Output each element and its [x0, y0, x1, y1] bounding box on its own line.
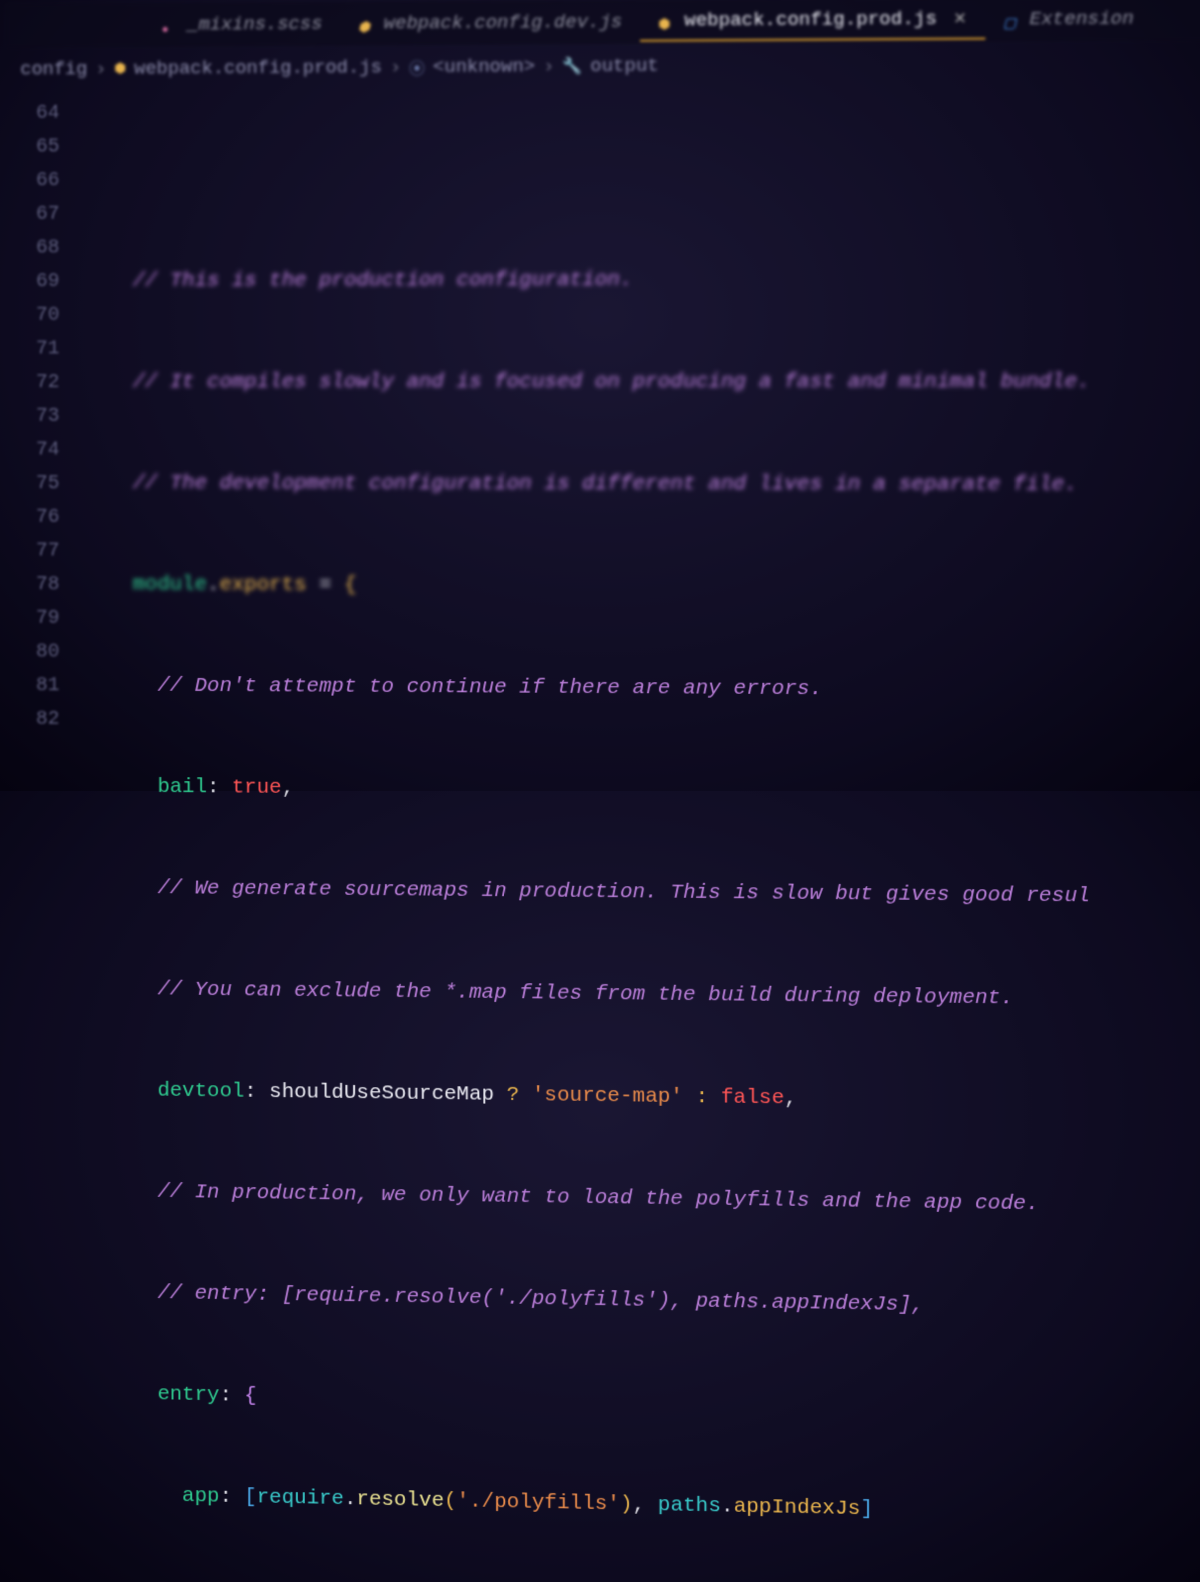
identifier: require	[257, 1486, 344, 1511]
line-number: 74	[7, 434, 60, 468]
comment: // The development configuration is diff…	[133, 472, 1078, 496]
comment: // You can exclude the *.map files from …	[157, 978, 1013, 1010]
identifier: exports	[219, 574, 306, 597]
boolean: true	[232, 777, 282, 800]
chevron-right-icon: ›	[95, 58, 106, 80]
comment: // It compiles slowly and is focused on …	[133, 371, 1090, 394]
tab-webpack-dev[interactable]: webpack.config.dev.js	[340, 3, 640, 43]
line-number: 67	[7, 198, 60, 232]
breadcrumb-symbol: <unknown>	[433, 55, 535, 78]
comment: // entry: [require.resolve('./polyfills'…	[157, 1282, 924, 1317]
extension-icon	[1003, 11, 1019, 27]
line-number: 81	[7, 669, 60, 703]
line-number: 66	[7, 164, 60, 198]
symbol-icon: ⦿	[409, 55, 425, 79]
line-number: 80	[7, 635, 60, 669]
line-number: 69	[7, 265, 60, 299]
property: entry	[157, 1383, 219, 1407]
line-number: 75	[7, 467, 60, 501]
property: app	[182, 1485, 219, 1509]
comment: // In production, we only want to load t…	[157, 1181, 1039, 1216]
code-content[interactable]: // This is the production configuration.…	[83, 91, 1200, 1582]
identifier: appIndexJs	[734, 1496, 861, 1522]
chevron-right-icon: ›	[543, 55, 554, 77]
boolean: false	[721, 1086, 784, 1110]
breadcrumb-folder: config	[20, 58, 87, 80]
property: devtool	[157, 1080, 244, 1104]
line-number: 73	[7, 400, 60, 434]
chevron-right-icon: ›	[390, 56, 401, 78]
scss-icon	[162, 17, 178, 33]
line-number: 82	[7, 703, 60, 737]
js-icon	[358, 16, 374, 32]
function: resolve	[356, 1488, 444, 1513]
comment: // We generate sourcemaps in production.…	[157, 877, 1090, 908]
tab-label: webpack.config.prod.js	[684, 8, 937, 32]
tab-label: Extension	[1029, 7, 1133, 30]
line-number: 71	[7, 333, 60, 367]
code-editor[interactable]: 64656667686970717273747576777879808182 /…	[7, 85, 1200, 1582]
tab-webpack-prod[interactable]: webpack.config.prod.js ✕	[640, 0, 985, 42]
comment: // Don't attempt to continue if there ar…	[157, 675, 822, 701]
close-icon[interactable]: ✕	[953, 9, 967, 29]
line-number: 79	[7, 602, 60, 636]
js-icon	[658, 13, 674, 29]
js-icon	[114, 60, 126, 78]
identifier: shouldUseSourceMap	[269, 1081, 494, 1107]
comment: // This is the production configuration.	[133, 269, 633, 293]
line-number: 78	[7, 568, 60, 602]
tab-extension[interactable]: Extension	[985, 0, 1152, 39]
tab-mixins-scss[interactable]: _mixins.scss	[144, 5, 340, 44]
line-number: 77	[7, 535, 60, 569]
line-number: 65	[7, 131, 60, 165]
line-number: 64	[7, 97, 60, 131]
breadcrumb-file: webpack.config.prod.js	[134, 56, 382, 79]
string: './polyfills'	[457, 1490, 620, 1516]
line-number: 68	[7, 232, 60, 266]
line-number: 72	[7, 366, 60, 400]
tab-label: webpack.config.dev.js	[384, 11, 622, 35]
line-gutter: 64656667686970717273747576777879808182	[7, 97, 83, 1582]
breadcrumb[interactable]: config › webpack.config.prod.js › ⦿ <unk…	[7, 40, 1200, 91]
wrench-icon: 🔧	[562, 56, 582, 76]
tab-label: _mixins.scss	[187, 13, 322, 36]
string: 'source-map'	[532, 1084, 683, 1109]
line-number: 76	[7, 501, 60, 535]
line-number: 70	[7, 299, 60, 333]
identifier: paths	[658, 1494, 721, 1518]
keyword: module	[133, 574, 207, 597]
breadcrumb-symbol: output	[590, 55, 658, 77]
property: bail	[157, 776, 207, 799]
